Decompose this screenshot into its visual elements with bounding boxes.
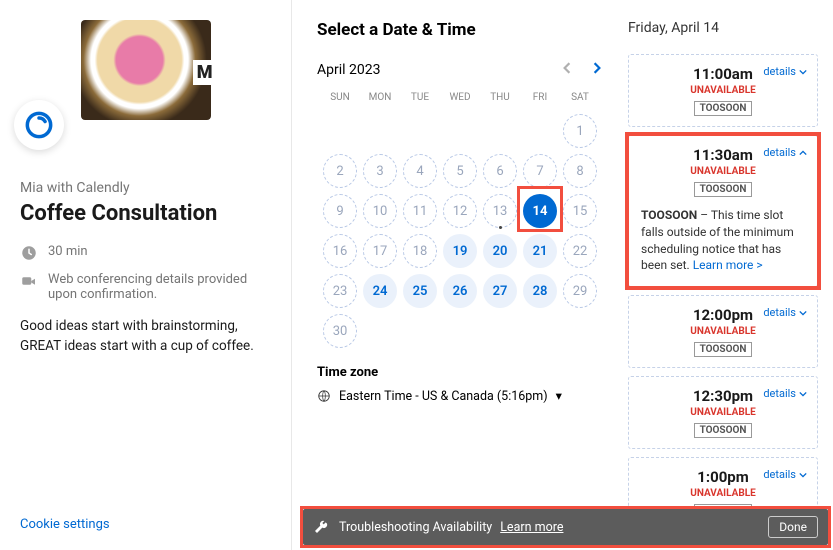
timezone-value: Eastern Time - US & Canada (5:16pm) — [339, 389, 548, 404]
calendar-month: April 2023 — [317, 62, 381, 78]
calendar-day[interactable]: 26 — [443, 274, 477, 308]
event-description: Good ideas start with brainstorming, GRE… — [20, 316, 271, 357]
video-icon — [20, 272, 38, 290]
slot-status: UNAVAILABLE — [641, 166, 805, 177]
calendar-day[interactable]: 30 — [323, 314, 357, 348]
slot-status: UNAVAILABLE — [641, 407, 805, 418]
calendar-dow: WED — [443, 92, 477, 109]
slot-details-toggle[interactable]: details — [763, 387, 807, 400]
slot-details-toggle[interactable]: details — [763, 146, 807, 159]
calendar-dow: TUE — [403, 92, 437, 109]
calendar-day[interactable]: 28 — [523, 274, 557, 308]
calendar-day[interactable]: 19 — [443, 234, 477, 268]
chevron-down-icon — [799, 390, 807, 398]
slot-status: UNAVAILABLE — [641, 85, 805, 96]
slot-tag: TOOSOON — [694, 182, 753, 197]
event-title: Coffee Consultation — [20, 201, 271, 226]
selected-date: Friday, April 14 — [628, 20, 818, 36]
duration: 30 min — [48, 244, 88, 259]
time-slot[interactable]: details11:00amUNAVAILABLETOOSOON — [628, 54, 818, 127]
calendar-day[interactable]: 17 — [363, 234, 397, 268]
calendar-day[interactable]: 11 — [403, 194, 437, 228]
slot-tag: TOOSOON — [694, 342, 753, 357]
next-month-button[interactable] — [591, 62, 603, 78]
prev-month-button[interactable] — [561, 62, 573, 78]
calendar-day[interactable]: 4 — [403, 154, 437, 188]
calendar-day[interactable]: 29 — [563, 274, 597, 308]
host-name: Mia with Calendly — [20, 180, 271, 196]
calendar-dow: THU — [483, 92, 517, 109]
calendar-day[interactable]: 21 — [523, 234, 557, 268]
calendar-day[interactable]: 10 — [363, 194, 397, 228]
calendar-day[interactable]: 1 — [563, 114, 597, 148]
highlight-box — [517, 186, 563, 232]
calendar-day[interactable]: 5 — [443, 154, 477, 188]
slot-details-toggle[interactable]: details — [763, 306, 807, 319]
event-image — [81, 20, 211, 120]
slot-status: UNAVAILABLE — [641, 488, 805, 499]
chevron-down-icon — [799, 68, 807, 76]
timezone-select[interactable]: Eastern Time - US & Canada (5:16pm) ▾ — [317, 388, 603, 404]
calendar-day[interactable]: 18 — [403, 234, 437, 268]
calendly-icon — [25, 111, 53, 139]
troubleshoot-learn-more[interactable]: Learn more — [500, 520, 563, 535]
calendar-day[interactable]: 23 — [323, 274, 357, 308]
time-slot[interactable]: details11:30amUNAVAILABLETOOSOONTOOSOON … — [628, 135, 818, 287]
calendar-day[interactable]: 8 — [563, 154, 597, 188]
calendar-dow: MON — [363, 92, 397, 109]
location: Web conferencing details provided upon c… — [48, 272, 271, 302]
calendly-logo — [14, 100, 64, 150]
calendar-day[interactable]: 9 — [323, 194, 357, 228]
event-sidebar: Mia with Calendly Coffee Consultation 30… — [0, 0, 292, 550]
globe-icon — [317, 389, 331, 403]
time-slot[interactable]: details12:00pmUNAVAILABLETOOSOON — [628, 295, 818, 368]
slot-tag: TOOSOON — [694, 101, 753, 116]
calendar-day[interactable]: 6 — [483, 154, 517, 188]
slot-details-toggle[interactable]: details — [763, 468, 807, 481]
calendar-day[interactable]: 2 — [323, 154, 357, 188]
done-button[interactable]: Done — [768, 516, 818, 538]
chevron-down-icon — [799, 309, 807, 317]
calendar-day[interactable]: 13 — [483, 194, 517, 228]
time-slot[interactable]: details12:30pmUNAVAILABLETOOSOON — [628, 376, 818, 449]
slot-explanation: TOOSOON – This time slot falls outside o… — [641, 207, 805, 274]
chevron-right-icon — [591, 62, 603, 74]
troubleshoot-text: Troubleshooting Availability — [339, 520, 492, 535]
cookie-settings-link[interactable]: Cookie settings — [20, 517, 110, 532]
learn-more-link[interactable]: Learn more > — [693, 258, 763, 272]
chevron-left-icon — [561, 62, 573, 74]
calendar-day[interactable]: 24 — [363, 274, 397, 308]
chevron-up-icon — [799, 149, 807, 157]
calendar-day[interactable]: 15 — [563, 194, 597, 228]
calendar-day[interactable]: 20 — [483, 234, 517, 268]
calendar-day[interactable]: 22 — [563, 234, 597, 268]
calendar-day[interactable]: 25 — [403, 274, 437, 308]
wrench-icon — [313, 519, 329, 535]
caret-down-icon: ▾ — [556, 388, 562, 404]
calendar-dow: SUN — [323, 92, 357, 109]
calendar-day[interactable]: 12 — [443, 194, 477, 228]
calendar-grid: SUNMONTUEWEDTHUFRISAT 123456789101112131… — [317, 88, 603, 353]
calendar-day[interactable]: 7 — [523, 154, 557, 188]
troubleshoot-bar: Troubleshooting Availability Learn more … — [303, 509, 828, 545]
chevron-down-icon — [799, 471, 807, 479]
slot-status: UNAVAILABLE — [641, 326, 805, 337]
slot-details-toggle[interactable]: details — [763, 65, 807, 78]
calendar-day[interactable]: 3 — [363, 154, 397, 188]
calendar-dow: FRI — [523, 92, 557, 109]
clock-icon — [20, 244, 38, 262]
timezone-label: Time zone — [317, 365, 603, 380]
slot-tag: TOOSOON — [694, 423, 753, 438]
calendar-day[interactable]: 16 — [323, 234, 357, 268]
calendar-day[interactable]: 27 — [483, 274, 517, 308]
page-title: Select a Date & Time — [317, 20, 603, 40]
calendar-dow: SAT — [563, 92, 597, 109]
